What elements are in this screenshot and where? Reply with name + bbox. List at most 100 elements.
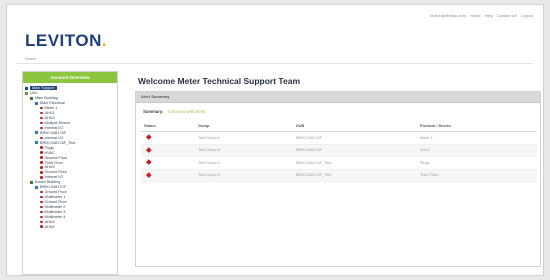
module-icon <box>35 141 38 145</box>
hub-cell[interactable]: BR00-04817AF <box>293 131 417 145</box>
module-icon <box>35 131 38 135</box>
building-icon <box>30 96 33 100</box>
device-cell[interactable]: AHU2 <box>417 144 537 157</box>
top-nav: leviton@leviton.com Home Help Contact Us… <box>430 13 533 18</box>
group-cell[interactable]: Test Group D <box>195 169 293 182</box>
device-icon <box>40 176 43 179</box>
tree-item-label: Multiple Device <box>44 121 71 126</box>
hub-cell[interactable]: BR00-04817AF_Test <box>293 169 417 182</box>
tree-item-label: HVAC <box>44 150 55 155</box>
module-icon <box>35 101 38 105</box>
alert-panel: Alert Summary Summary: 4 devices with al… <box>135 91 541 267</box>
tree-item-label: Main Building <box>35 96 58 101</box>
device-icon <box>40 190 43 194</box>
device-icon <box>40 225 43 228</box>
app-window: leviton@leviton.com Home Help Contact Us… <box>6 4 544 276</box>
device-cell[interactable]: Third Floor <box>417 169 537 182</box>
hub-cell[interactable]: BR00-04817AF_Test <box>293 156 417 170</box>
summary-value[interactable]: 4 devices with alerts <box>168 109 206 114</box>
device-icon <box>40 156 43 159</box>
device-icon <box>40 106 43 110</box>
device-icon <box>40 111 43 115</box>
top-link-logout[interactable]: Logout <box>521 13 533 18</box>
group-cell[interactable]: Test Group C <box>195 156 293 170</box>
top-link-help[interactable]: Help <box>485 13 493 18</box>
device-icon <box>40 151 43 154</box>
panel-title: Alert Summary <box>136 92 540 103</box>
tree-item-label: BR00-04817AF_Test <box>40 140 76 145</box>
alert-status-icon <box>146 147 152 153</box>
table-row[interactable]: Test Group A BR00-04817AF Meter 1 <box>141 131 537 145</box>
tree-item-label: Internal I/O <box>44 135 64 140</box>
tree-item-label: Third Floor <box>44 160 63 165</box>
col-hub[interactable]: HUB <box>293 121 417 132</box>
leviton-logo[interactable]: LEVITON. <box>25 31 107 51</box>
device-cell[interactable]: Meter 1 <box>417 131 537 145</box>
status-cell <box>141 169 195 182</box>
tree-item-label: Ground Floor <box>44 170 67 175</box>
tree-item-label: Main Electrical <box>40 101 65 106</box>
summary-label: Summary: <box>143 109 164 114</box>
root-icon <box>25 86 28 90</box>
sidebar: Account Overview Main Support Ulot Main Bu… <box>22 71 118 275</box>
col-device[interactable]: Protocol / Device <box>417 121 537 132</box>
tree-item-label: AHU2 <box>44 116 55 121</box>
device-icon <box>40 171 43 174</box>
tree-item-label: AHU3 <box>44 165 55 170</box>
alert-status-icon <box>146 172 152 178</box>
tree-item-label: Ulot <box>30 91 37 96</box>
device-icon <box>40 195 43 199</box>
tree-item-label: Multimeter 1 <box>44 195 66 200</box>
tree-item-label: Ground Floor <box>44 200 67 205</box>
page-title: Welcome Meter Technical Support Team <box>138 76 301 86</box>
sidebar-header[interactable]: Account Overview <box>23 72 117 83</box>
tree-item-label: AHU1 <box>44 111 55 116</box>
top-link-user[interactable]: leviton@leviton.com <box>430 13 466 18</box>
tree-item-label: Ground Floor <box>44 190 67 195</box>
tree-item-label: Multimeter 2 <box>44 204 66 209</box>
group-cell[interactable]: Test Group B <box>195 144 293 157</box>
header-divider <box>17 63 533 64</box>
breadcrumb[interactable]: Home <box>25 56 36 61</box>
device-icon <box>40 166 43 169</box>
tree-item-label: Annex Building <box>35 180 61 185</box>
table-header-row: Status Group HUB Protocol / Device <box>141 121 537 132</box>
col-status[interactable]: Status <box>141 121 195 132</box>
tree-item-label: Internal I/O <box>44 175 64 180</box>
col-group[interactable]: Group <box>195 121 293 132</box>
tree-item-label: Meter 1 <box>44 106 58 111</box>
status-cell <box>141 131 195 145</box>
table-row[interactable]: Test Group B BR00-04817AF AHU2 <box>141 144 537 157</box>
tree-item-label: Multimeter 3 <box>44 209 66 214</box>
site-tree: Main Support Ulot Main Building Main Electr… <box>23 83 117 232</box>
device-icon <box>40 220 43 224</box>
device-icon <box>40 161 43 164</box>
tree-item[interactable]: AHU5 <box>25 224 115 229</box>
table-row[interactable]: Test Group D BR00-04817AF_Test Third Floor <box>141 169 537 182</box>
device-cell[interactable]: Plugs <box>417 156 537 170</box>
table-row[interactable]: Test Group C BR00-04817AF_Test Plugs <box>141 156 537 170</box>
device-icon <box>40 200 43 204</box>
top-link-home[interactable]: Home <box>470 13 481 18</box>
tree-item-label: Internal I/O <box>44 125 64 130</box>
alert-table: Status Group HUB Protocol / Device Test … <box>141 121 537 182</box>
status-cell <box>141 156 195 170</box>
tree-item-label: BR00-04817AF <box>40 130 67 135</box>
device-icon <box>40 215 43 219</box>
alert-status-icon <box>146 159 152 165</box>
top-link-contact[interactable]: Contact Us <box>497 13 517 18</box>
logo-text: LEVITON <box>25 31 102 50</box>
alert-status-icon <box>146 134 152 140</box>
building-icon <box>30 180 33 184</box>
device-icon <box>40 210 43 214</box>
folder-icon <box>25 91 28 95</box>
tree-item-label: Multimeter 4 <box>44 214 66 219</box>
device-icon <box>40 121 43 125</box>
device-icon <box>40 146 43 149</box>
module-icon <box>35 185 38 189</box>
status-cell <box>141 144 195 157</box>
device-icon <box>40 116 43 120</box>
hub-cell[interactable]: BR00-04817AF <box>293 144 417 157</box>
tree-item-label: Plugs <box>44 145 55 150</box>
group-cell[interactable]: Test Group A <box>195 131 293 145</box>
